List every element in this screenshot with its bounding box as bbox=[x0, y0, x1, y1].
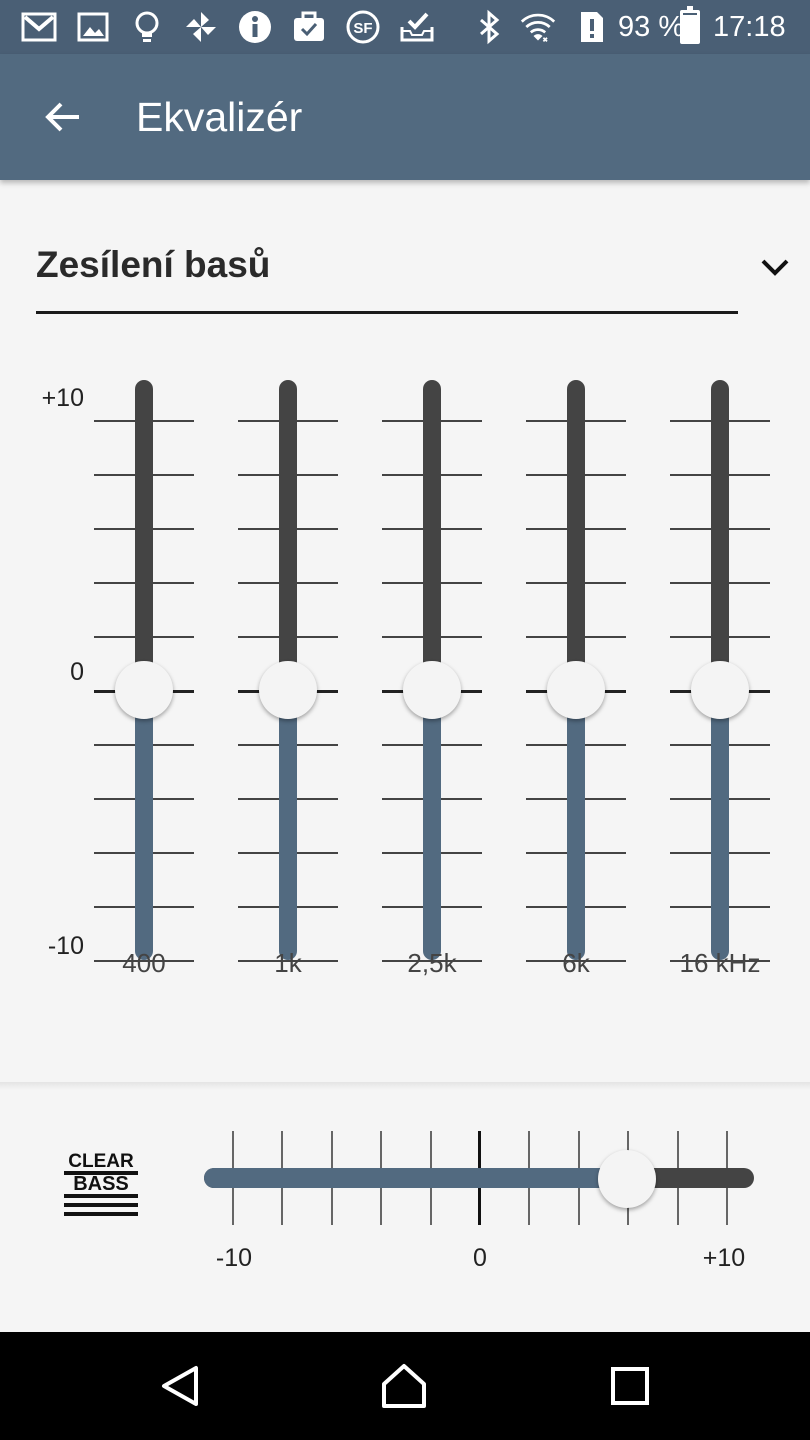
scale-label-zero: 0 bbox=[70, 658, 84, 686]
clear-bass-logo: CLEAR BASS bbox=[64, 1151, 138, 1216]
nav-back-icon bbox=[162, 1366, 198, 1406]
navigation-bar bbox=[0, 1332, 810, 1440]
clear-bass-slider-thumb[interactable] bbox=[598, 1150, 657, 1208]
gmail-icon bbox=[20, 9, 58, 45]
clear-bass-min-label: -10 bbox=[215, 1244, 253, 1272]
info-icon bbox=[236, 9, 274, 45]
briefcase-icon bbox=[290, 9, 328, 45]
nav-home-icon bbox=[382, 1364, 426, 1408]
clear-bass-max-label: +10 bbox=[702, 1244, 746, 1272]
eq-slider-thumb[interactable] bbox=[691, 661, 749, 719]
eq-track-upper bbox=[135, 380, 153, 690]
preset-dropdown[interactable]: Zesílení basů bbox=[36, 232, 738, 314]
back-button[interactable] bbox=[30, 82, 96, 152]
status-bar: SF 93 % 17:18 bbox=[0, 0, 810, 54]
eq-band-label: 400 bbox=[122, 948, 166, 978]
inbox-check-icon bbox=[398, 9, 436, 45]
chevron-down-icon[interactable] bbox=[756, 248, 794, 286]
eq-track-lower bbox=[567, 690, 585, 960]
lightbulb-icon bbox=[128, 9, 166, 45]
eq-band-slider[interactable] bbox=[238, 380, 338, 980]
clear-bass-track-fill bbox=[204, 1168, 628, 1188]
nav-back-button[interactable] bbox=[150, 1356, 210, 1416]
eq-slider-thumb[interactable] bbox=[403, 661, 461, 719]
eq-track-upper bbox=[711, 380, 729, 690]
battery-icon bbox=[680, 6, 700, 44]
eq-slider-thumb[interactable] bbox=[115, 661, 173, 719]
eq-band-slider[interactable] bbox=[526, 380, 626, 980]
pinwheel-icon bbox=[182, 9, 220, 45]
eq-track-upper bbox=[423, 380, 441, 690]
clear-bass-track[interactable] bbox=[204, 1168, 754, 1188]
eq-track-lower bbox=[135, 690, 153, 960]
eq-slider-thumb[interactable] bbox=[259, 661, 317, 719]
eq-band-slider[interactable] bbox=[94, 380, 194, 980]
clear-bass-zero-label: 0 bbox=[473, 1244, 487, 1272]
scale-label-max: +10 bbox=[41, 384, 84, 412]
eq-band-label: 16 kHz bbox=[679, 948, 761, 978]
eq-track-upper bbox=[279, 380, 297, 690]
eq-track-lower bbox=[279, 690, 297, 960]
preset-selected-value: Zesílení basů bbox=[36, 244, 271, 285]
battery-percentage: 93 % bbox=[618, 11, 685, 43]
eq-track-lower bbox=[711, 690, 729, 960]
eq-slider-thumb[interactable] bbox=[547, 661, 605, 719]
eq-band-label: 2,5k bbox=[407, 948, 457, 978]
section-divider bbox=[0, 1082, 810, 1090]
svg-text:SF: SF bbox=[353, 20, 372, 37]
page-title: Ekvalizér bbox=[136, 94, 303, 140]
clock: 17:18 bbox=[713, 11, 786, 43]
bluetooth-icon bbox=[470, 9, 508, 45]
arrow-back-icon bbox=[45, 102, 79, 132]
nav-recents-icon bbox=[611, 1367, 649, 1405]
sf-icon: SF bbox=[344, 9, 382, 45]
image-icon bbox=[74, 9, 112, 45]
eq-band-slider[interactable] bbox=[382, 380, 482, 980]
eq-track-upper bbox=[567, 380, 585, 690]
nav-recents-button[interactable] bbox=[600, 1356, 660, 1416]
eq-band-label: 1k bbox=[274, 948, 302, 978]
eq-band-label: 6k bbox=[562, 948, 590, 978]
clear-bass-logo-top: CLEAR bbox=[68, 1151, 134, 1172]
eq-track-lower bbox=[423, 690, 441, 960]
clear-bass-logo-bottom: BASS bbox=[73, 1173, 129, 1195]
wifi-icon bbox=[516, 9, 560, 45]
sim-alert-icon bbox=[572, 9, 610, 45]
eq-band-slider[interactable] bbox=[670, 380, 770, 980]
nav-home-button[interactable] bbox=[374, 1356, 434, 1416]
app-bar: Ekvalizér bbox=[0, 54, 810, 180]
